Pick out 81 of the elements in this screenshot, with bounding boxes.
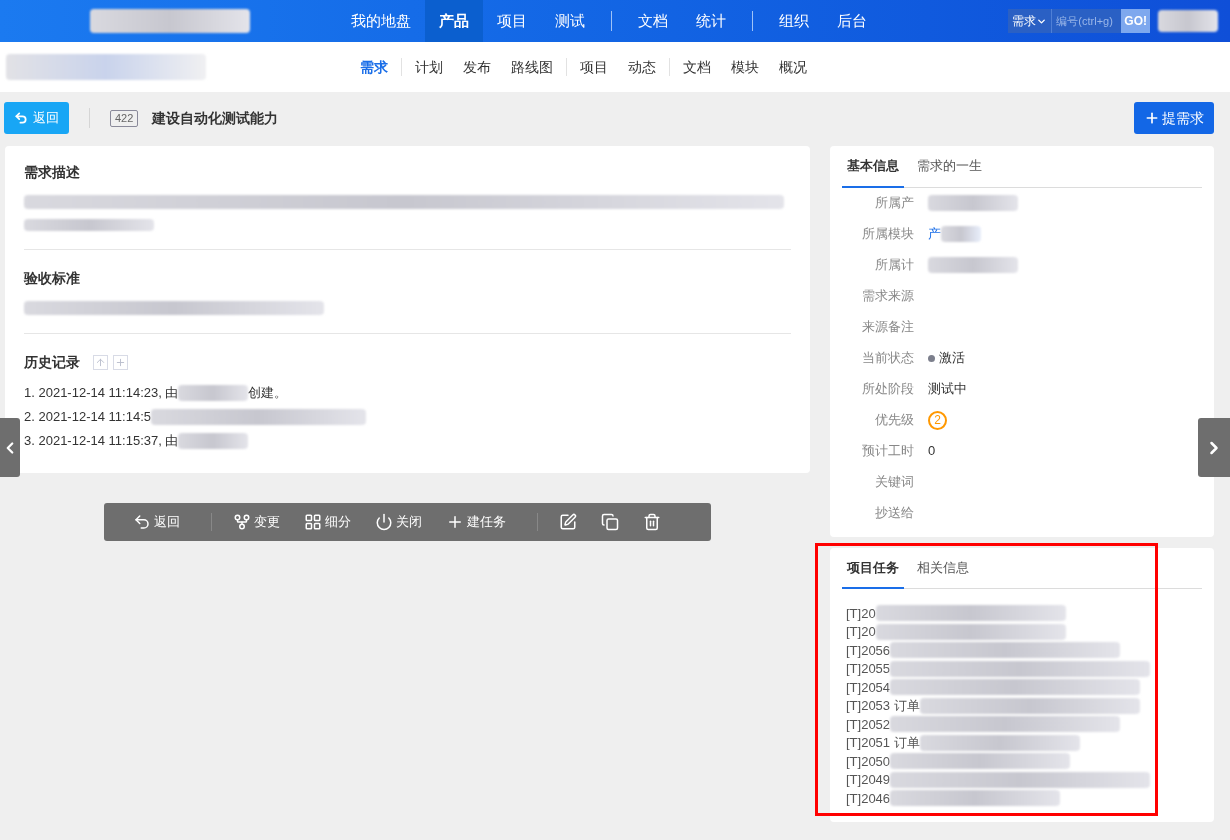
undo-icon — [133, 513, 151, 531]
task-link[interactable]: [T]2049 — [846, 770, 891, 790]
task-link[interactable]: [T]2050 — [846, 751, 891, 771]
toolbar-button[interactable]: 关闭 — [368, 508, 429, 536]
nav-tab[interactable]: 文档 — [624, 0, 682, 42]
plus-icon — [1144, 110, 1160, 126]
task-link[interactable]: [T]20 — [846, 622, 876, 642]
panel-tab[interactable]: 项目任务 — [842, 547, 904, 589]
field-label: 来源备注 — [862, 318, 914, 337]
history-entry-end: 创建。 — [248, 384, 288, 403]
field-label: 所属模块 — [862, 225, 914, 244]
search-field[interactable]: 编号(ctrl+g) — [1051, 9, 1122, 33]
copy-icon — [601, 513, 619, 531]
panel-tab[interactable]: 相关信息 — [912, 547, 974, 589]
nav-tab[interactable]: 后台 — [823, 0, 881, 42]
toolbar-button[interactable]: 返回 — [126, 508, 187, 536]
power-icon — [375, 513, 393, 531]
field-value: 0 — [928, 442, 936, 461]
toolbar-button[interactable]: 变更 — [226, 508, 287, 536]
field-label: 所属计 — [875, 256, 914, 275]
section-title: 需求描述 — [24, 163, 81, 182]
task-link[interactable]: [T]2055 — [846, 659, 891, 679]
redaction-blur — [178, 433, 249, 449]
subnav-tab[interactable]: 需求 — [350, 56, 398, 78]
toolbar-button[interactable]: 建任务 — [439, 508, 513, 536]
nav-tab[interactable]: 测试 — [541, 0, 599, 42]
redaction-blur — [178, 385, 249, 401]
subnav-tab[interactable]: 计划 — [405, 56, 453, 78]
section-title: 验收标准 — [24, 269, 81, 288]
subnav-tab[interactable]: 项目 — [570, 56, 618, 78]
panel-tab[interactable]: 需求的一生 — [912, 146, 987, 188]
redaction-blur — [1158, 10, 1218, 32]
toolbar-button[interactable]: 细分 — [297, 508, 358, 536]
redaction-blur — [941, 226, 981, 242]
module-link[interactable]: 产 — [928, 224, 941, 244]
history-entry: 3. 2021-12-14 11:15:37, 由 — [24, 432, 179, 451]
field-value: 测试中 — [928, 380, 967, 399]
task-link[interactable]: [T]2052 — [846, 714, 891, 734]
section-title: 历史记录 — [24, 353, 80, 372]
task-link[interactable]: [T]2056 — [846, 640, 891, 660]
task-link[interactable]: [T]2051 订单 — [846, 733, 920, 753]
subnav-tab[interactable]: 文档 — [673, 56, 721, 78]
task-link[interactable]: [T]2054 — [846, 677, 891, 697]
field-value: 激活 — [939, 349, 965, 368]
subnav-tab[interactable]: 动态 — [618, 56, 666, 78]
priority-badge: 2 — [928, 410, 947, 430]
field-label: 需求来源 — [862, 287, 914, 306]
field-label: 所处阶段 — [862, 380, 914, 399]
panel-tab[interactable]: 基本信息 — [842, 146, 904, 188]
field-label: 关键词 — [875, 473, 914, 492]
task-link[interactable]: [T]20 — [846, 603, 876, 623]
create-story-button[interactable]: 提需求 — [1134, 102, 1214, 134]
history-entry: 2. 2021-12-14 11:14:5 — [24, 408, 151, 427]
field-label: 预计工时 — [862, 442, 914, 461]
previous-button[interactable] — [0, 418, 20, 477]
fork-icon — [233, 513, 251, 531]
undo-icon — [14, 111, 28, 125]
nav-tab[interactable]: 项目 — [483, 0, 541, 42]
edit-icon — [559, 513, 577, 531]
field-label: 当前状态 — [862, 349, 914, 368]
subnav-tab[interactable]: 概况 — [769, 56, 817, 78]
history-entry: 1. 2021-12-14 11:14:23, 由 — [24, 384, 179, 403]
trash-icon — [643, 513, 661, 531]
grid-icon — [304, 513, 322, 531]
id-badge: 422 — [110, 109, 139, 127]
plus-icon — [446, 513, 464, 531]
scope-dropdown[interactable]: 需求 — [1008, 9, 1052, 33]
nav-tab[interactable]: 产品 — [425, 0, 483, 42]
nav-tab[interactable]: 统计 — [682, 0, 740, 42]
task-link[interactable]: [T]2046 — [846, 788, 891, 808]
nav-tab[interactable]: 组织 — [765, 0, 823, 42]
subnav-tab[interactable]: 路线图 — [501, 56, 563, 78]
next-button[interactable] — [1198, 418, 1230, 477]
story-title: 建设自动化测试能力 — [152, 108, 279, 128]
field-label: 抄送给 — [875, 504, 914, 523]
field-label: 优先级 — [875, 411, 914, 430]
field-label: 所属产 — [875, 194, 914, 213]
subnav-tab[interactable]: 发布 — [453, 56, 501, 78]
task-link[interactable]: [T]2053 订单 — [846, 696, 920, 716]
nav-tab[interactable]: 我的地盘 — [337, 0, 425, 42]
subnav-tab[interactable]: 模块 — [721, 56, 769, 78]
